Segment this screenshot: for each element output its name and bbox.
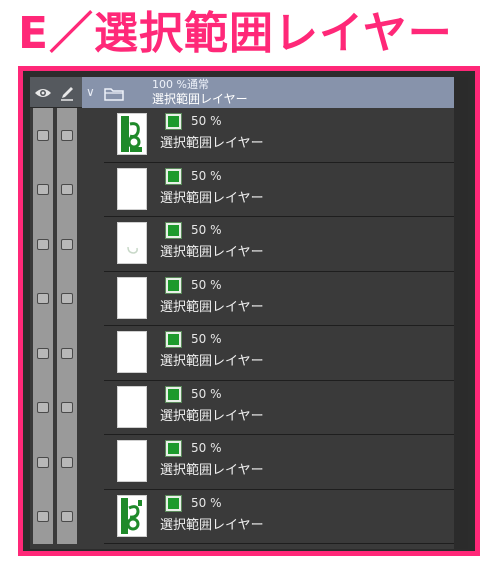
- edit-checkbox[interactable]: [61, 129, 73, 141]
- edit-checkbox[interactable]: [61, 456, 73, 468]
- selection-layer-icon: [165, 385, 182, 403]
- layer-opacity: 50 %: [191, 495, 222, 510]
- layer-panel: ∨ 100 %通常 選択範囲レイヤー 50 % 選択範囲レイヤー 50 % 選択…: [30, 77, 468, 549]
- visibility-checkbox[interactable]: [37, 511, 49, 523]
- chevron-down-icon[interactable]: ∨: [86, 85, 95, 99]
- layer-name: 選択範囲レイヤー: [160, 463, 264, 478]
- lock-column: [57, 326, 77, 381]
- layer-item[interactable]: 50 % 選択範囲レイヤー: [104, 217, 454, 272]
- layer-thumbnail: [117, 167, 147, 210]
- folder-icon: [104, 86, 124, 105]
- layer-row[interactable]: 50 % 選択範囲レイヤー: [30, 326, 468, 381]
- visibility-checkbox[interactable]: [37, 456, 49, 468]
- layer-row[interactable]: 50 % 選択範囲レイヤー: [30, 217, 468, 272]
- folder-layer-name: 選択範囲レイヤー: [152, 92, 248, 106]
- selection-layer-icon: [165, 222, 182, 239]
- lock-column: [57, 108, 77, 163]
- selection-layer-icon: [165, 440, 182, 457]
- edit-checkbox[interactable]: [61, 511, 73, 523]
- layer-item[interactable]: 50 % 選択範囲レイヤー: [104, 435, 454, 490]
- edit-checkbox[interactable]: [61, 293, 73, 305]
- layer-row[interactable]: 50 % 選択範囲レイヤー: [30, 489, 468, 544]
- edit-checkbox[interactable]: [61, 402, 73, 414]
- layer-opacity: 50 %: [191, 168, 222, 183]
- visibility-column: [33, 162, 53, 217]
- layer-name: 選択範囲レイヤー: [160, 299, 264, 315]
- layer-row[interactable]: 50 % 選択範囲レイヤー: [30, 271, 468, 326]
- layer-name: 選択範囲レイヤー: [160, 136, 264, 151]
- layer-opacity: 50 %: [191, 386, 222, 401]
- layer-opacity: 50 %: [191, 441, 222, 455]
- selection-layer-icon: [165, 494, 182, 512]
- layer-opacity: 50 %: [191, 223, 222, 237]
- selection-layer-icon: [165, 113, 182, 130]
- visibility-column: [33, 380, 53, 435]
- lock-column: [57, 162, 77, 217]
- visibility-column: [33, 271, 53, 326]
- layer-opacity: 50 %: [191, 332, 222, 346]
- layer-opacity: 50 %: [191, 114, 222, 128]
- selection-layer-icon: [165, 276, 182, 294]
- lock-column: [57, 217, 77, 272]
- layer-item[interactable]: 50 % 選択範囲レイヤー: [104, 489, 454, 544]
- visibility-column: [33, 217, 53, 272]
- visibility-checkbox[interactable]: [37, 238, 49, 250]
- layer-thumbnail: [117, 494, 147, 537]
- layer-list: 50 % 選択範囲レイヤー 50 % 選択範囲レイヤー 50 % 選択範囲レイヤ…: [30, 108, 468, 544]
- layer-name: 選択範囲レイヤー: [160, 517, 264, 533]
- layer-row[interactable]: 50 % 選択範囲レイヤー: [30, 435, 468, 490]
- lock-column: [57, 271, 77, 326]
- scrollbar[interactable]: [454, 77, 468, 549]
- layer-thumbnail: [117, 440, 147, 482]
- layer-row[interactable]: 50 % 選択範囲レイヤー: [30, 162, 468, 217]
- layer-item[interactable]: 50 % 選択範囲レイヤー: [104, 380, 454, 435]
- visibility-column: [33, 326, 53, 381]
- layer-item[interactable]: 50 % 選択範囲レイヤー: [104, 326, 454, 381]
- selection-layer-icon: [165, 331, 182, 348]
- visibility-checkbox[interactable]: [37, 184, 49, 196]
- layer-row[interactable]: 50 % 選択範囲レイヤー: [30, 108, 468, 163]
- layer-row[interactable]: 50 % 選択範囲レイヤー: [30, 380, 468, 435]
- layer-thumbnail: [117, 385, 147, 428]
- eye-icon[interactable]: [32, 77, 54, 108]
- folder-blend-mode: 100 %通常: [152, 78, 209, 91]
- selection-layer-icon: [165, 167, 182, 185]
- edit-checkbox[interactable]: [61, 347, 73, 359]
- layer-opacity: 50 %: [191, 277, 222, 292]
- layer-panel-header: ∨ 100 %通常 選択範囲レイヤー: [30, 77, 468, 108]
- highlight-frame: ∨ 100 %通常 選択範囲レイヤー 50 % 選択範囲レイヤー 50 % 選択…: [18, 66, 480, 556]
- layer-item[interactable]: 50 % 選択範囲レイヤー: [104, 271, 454, 326]
- visibility-column: [33, 489, 53, 544]
- edit-checkbox[interactable]: [61, 238, 73, 250]
- layer-thumbnail: [117, 222, 147, 264]
- visibility-checkbox[interactable]: [37, 293, 49, 305]
- visibility-column: [33, 108, 53, 163]
- layer-name: 選択範囲レイヤー: [160, 408, 264, 424]
- layer-thumbnail: [117, 276, 147, 319]
- layer-thumbnail: [117, 113, 147, 155]
- layer-thumbnail: [117, 331, 147, 373]
- visibility-checkbox[interactable]: [37, 347, 49, 359]
- edit-checkbox[interactable]: [61, 184, 73, 196]
- layer-item[interactable]: 50 % 選択範囲レイヤー: [104, 162, 454, 217]
- layer-name: 選択範囲レイヤー: [160, 354, 264, 369]
- visibility-column: [33, 435, 53, 490]
- visibility-checkbox[interactable]: [37, 402, 49, 414]
- pencil-icon[interactable]: [56, 77, 78, 108]
- visibility-checkbox[interactable]: [37, 129, 49, 141]
- layer-name: 選択範囲レイヤー: [160, 245, 264, 260]
- lock-column: [57, 489, 77, 544]
- page-title: E／選択範囲レイヤー: [18, 8, 453, 59]
- lock-column: [57, 380, 77, 435]
- folder-layer-row[interactable]: ∨ 100 %通常 選択範囲レイヤー: [82, 77, 468, 108]
- lock-column: [57, 435, 77, 490]
- layer-name: 選択範囲レイヤー: [160, 190, 264, 206]
- layer-item[interactable]: 50 % 選択範囲レイヤー: [104, 108, 454, 163]
